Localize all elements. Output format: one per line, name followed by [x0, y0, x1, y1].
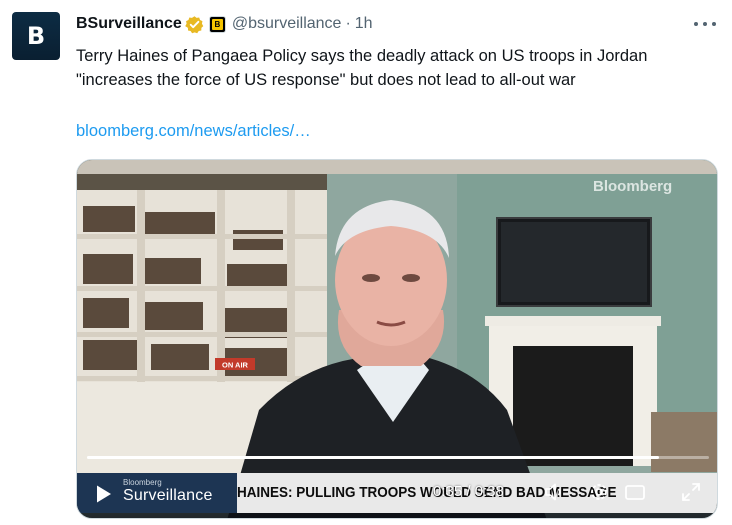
tweet-header: BSurveillance B @bsurveillance · 1h	[76, 13, 373, 35]
progress-fill	[87, 456, 660, 459]
tweet-card[interactable]: B BSurveillance B @bsurveillance · 1h Te…	[0, 0, 732, 525]
author-handle[interactable]: @bsurveillance	[232, 15, 342, 33]
show-brand-top: Bloomberg	[123, 478, 162, 487]
play-icon[interactable]	[91, 482, 115, 506]
tweet-text: Terry Haines of Pangaea Policy says the …	[76, 47, 648, 89]
captions-icon[interactable]	[623, 480, 647, 504]
display-name[interactable]: BSurveillance	[76, 15, 182, 33]
bloomberg-watermark: Bloomberg	[593, 178, 673, 195]
separator-dot: ·	[345, 15, 351, 32]
tweet-timestamp[interactable]: 1h	[355, 15, 373, 33]
fullscreen-icon[interactable]	[679, 480, 703, 504]
progress-bar[interactable]	[87, 456, 709, 459]
video-player[interactable]: ON AIR Bloomberg Bloomberg Surveillance …	[76, 159, 718, 519]
article-link[interactable]: bloomberg.com/news/articles/…	[76, 119, 311, 143]
bloomberg-affiliate-icon[interactable]: B	[208, 15, 226, 33]
more-icon[interactable]	[694, 14, 716, 34]
video-frame: ON AIR	[77, 160, 717, 518]
volume-icon[interactable]	[543, 480, 567, 504]
on-air-sign: ON AIR	[222, 361, 249, 370]
avatar-letter: B	[26, 22, 46, 50]
time-readout: 0:35 / 0:38	[433, 483, 504, 500]
settings-icon[interactable]	[587, 480, 611, 504]
avatar[interactable]: B	[12, 12, 60, 60]
show-brand-main: Surveillance	[123, 487, 213, 504]
verified-badge-icon[interactable]	[185, 15, 204, 34]
